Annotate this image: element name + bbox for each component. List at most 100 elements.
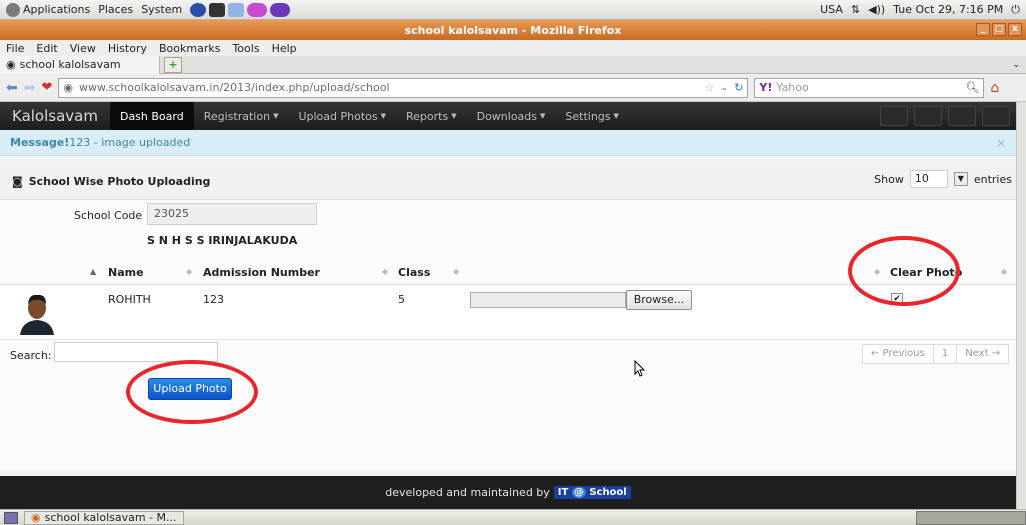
brand[interactable]: Kalolsavam [0, 107, 110, 125]
menu-file[interactable]: File [6, 42, 24, 55]
page-viewport: Kalolsavam Dash Board Registration ▼ Uplo… [0, 102, 1016, 509]
yahoo-engine-icon[interactable]: Y! [759, 81, 772, 94]
new-tab-button[interactable]: + [164, 56, 182, 73]
reload-icon[interactable]: ↻ [734, 81, 747, 94]
footer-text: developed and maintained by [385, 486, 550, 499]
nav-action-icon-2[interactable] [914, 106, 942, 126]
favicon-icon: ◉ [6, 58, 16, 71]
keyboard-locale[interactable]: USA [820, 3, 843, 16]
nav-reports[interactable]: Reports ▼ [396, 102, 467, 130]
previous-button[interactable]: ← Previous [863, 345, 934, 363]
school-code-input[interactable]: 23025 [147, 203, 317, 225]
column-name[interactable]: Name [108, 266, 144, 279]
tab-school-kalolsavam[interactable]: ◉ school kalolsavam [0, 55, 160, 74]
select-arrow-icon[interactable]: ▼ [953, 172, 968, 186]
nav-upload-photos[interactable]: Upload Photos ▼ [288, 102, 396, 130]
power-icon[interactable]: ⏻ [1011, 3, 1020, 17]
photo-file-input[interactable] [470, 292, 626, 308]
minimize-icon[interactable]: _ [976, 23, 990, 36]
url-bar[interactable]: ◉ www.schoolkalolsavam.in/2013/index.php… [58, 77, 749, 98]
menu-history[interactable]: History [108, 42, 147, 55]
clock[interactable]: Tue Oct 29, 7:16 PM [893, 3, 1003, 16]
class-value: 5 [398, 293, 405, 306]
back-arrow-icon[interactable]: ⬅ [6, 80, 18, 96]
bookmark-star-icon[interactable]: ☆ [705, 81, 715, 94]
message-label: Message! [10, 136, 70, 149]
mouse-cursor-icon [634, 360, 646, 377]
table-row: ROHITH 123 5 Browse... ✔ [0, 286, 1016, 340]
search-box[interactable]: Y! Yahoo 🔍︎ [754, 77, 985, 98]
dvd-launcher-icon[interactable] [270, 2, 291, 17]
next-button[interactable]: Next → [957, 345, 1008, 363]
search-icon[interactable]: 🔍︎ [965, 81, 983, 94]
window-title: school kalolsavam - Mozilla Firefox [404, 23, 622, 37]
menu-help[interactable]: Help [272, 42, 297, 55]
url-text: www.schoolkalolsavam.in/2013/index.php/u… [78, 81, 390, 94]
show-label: Show [874, 172, 904, 186]
terminal-launcher-icon[interactable] [209, 2, 226, 17]
panel-menu-system[interactable]: System [141, 3, 182, 16]
taskbar-window-label: school kalolsavam - M... [44, 510, 177, 524]
page-1-button[interactable]: 1 [934, 345, 958, 363]
nav-settings[interactable]: Settings ▼ [555, 102, 629, 130]
show-desktop-icon[interactable] [4, 511, 18, 524]
panel-menu-places[interactable]: Places [98, 3, 133, 16]
gnome-foot-icon[interactable] [6, 2, 20, 17]
close-icon[interactable]: × [996, 136, 1006, 150]
nav-dashboard[interactable]: Dash Board [109, 102, 194, 130]
caret-down-icon: ▼ [273, 112, 279, 120]
search-label: Search: [10, 349, 52, 362]
firefox-menubar: File Edit View History Bookmarks Tools H… [0, 40, 1026, 56]
column-admission-number[interactable]: Admission Number [203, 266, 320, 279]
nav-action-icon-3[interactable] [948, 106, 976, 126]
nav-downloads[interactable]: Downloads ▼ [467, 102, 556, 130]
sort-icon: ◆ [874, 267, 881, 276]
student-name: ROHITH [108, 293, 151, 306]
clear-photo-checkbox[interactable]: ✔ [891, 293, 903, 305]
panel-menu-applications[interactable]: Applications [23, 3, 90, 16]
forward-arrow-icon[interactable]: ➡ [24, 80, 36, 96]
caret-down-icon: ▼ [380, 112, 386, 120]
tab-list-chevron-icon[interactable]: ⌄ [1012, 60, 1020, 70]
school-name: S N H S S IRINJALAKUDA [147, 234, 298, 247]
search-input[interactable] [54, 342, 218, 362]
table-header: ▲ Name ◆ Admission Number ◆ Class ◆ ◆ Cl… [0, 259, 1016, 285]
volume-icon[interactable]: ◀)) [868, 3, 885, 16]
vertical-scrollbar[interactable] [1016, 102, 1026, 509]
editor-launcher-icon[interactable] [228, 2, 245, 17]
gnome-bottom-panel: ◉ school kalolsavam - M... [0, 509, 1026, 525]
firefox-launcher-icon[interactable] [190, 2, 207, 17]
menu-view[interactable]: View [70, 42, 96, 55]
upload-photo-button[interactable]: Upload Photo [148, 378, 232, 400]
gnome-top-panel: Applications Places System USA ⇅ ◀)) Tue… [0, 0, 1026, 20]
browse-button[interactable]: Browse... [626, 290, 692, 310]
it-school-logo: IT @ School [553, 486, 631, 499]
firefox-icon: ◉ [31, 510, 41, 524]
nav-registration[interactable]: Registration ▼ [194, 102, 289, 130]
tab-label: school kalolsavam [19, 58, 121, 71]
vcd-launcher-icon[interactable] [247, 2, 268, 17]
heart-icon[interactable]: ❤ [41, 80, 52, 95]
site-identity-icon[interactable]: ◉ [63, 81, 73, 94]
menu-tools[interactable]: Tools [232, 42, 259, 55]
column-clear-photo[interactable]: Clear Photo [890, 266, 962, 279]
photo-upload-form: School Code 23025 S N H S S IRINJALAKUDA… [0, 200, 1016, 470]
maximize-icon[interactable]: □ [992, 23, 1006, 36]
caret-down-icon: ▼ [451, 112, 457, 120]
message-text: 123 - image uploaded [69, 136, 191, 149]
network-icon[interactable]: ⇅ [851, 3, 860, 16]
close-window-icon[interactable]: x [1008, 23, 1022, 36]
window-titlebar: school kalolsavam - Mozilla Firefox _ □ … [0, 20, 1026, 40]
workspace-switcher[interactable] [916, 510, 1026, 525]
url-dropdown-chevron-icon[interactable]: ⌄ [721, 83, 729, 93]
nav-action-icon-1[interactable] [880, 106, 908, 126]
menu-bookmarks[interactable]: Bookmarks [159, 42, 220, 55]
nav-action-icon-4[interactable] [982, 106, 1010, 126]
menu-edit[interactable]: Edit [36, 42, 57, 55]
column-class[interactable]: Class [398, 266, 430, 279]
home-icon[interactable]: ⌂ [990, 80, 999, 96]
pagination: ← Previous 1 Next → [862, 344, 1010, 364]
entries-select[interactable]: 10 [909, 170, 948, 188]
taskbar-firefox-window[interactable]: ◉ school kalolsavam - M... [24, 510, 184, 525]
entries-selector: Show 10 ▼ entries [874, 170, 1012, 188]
